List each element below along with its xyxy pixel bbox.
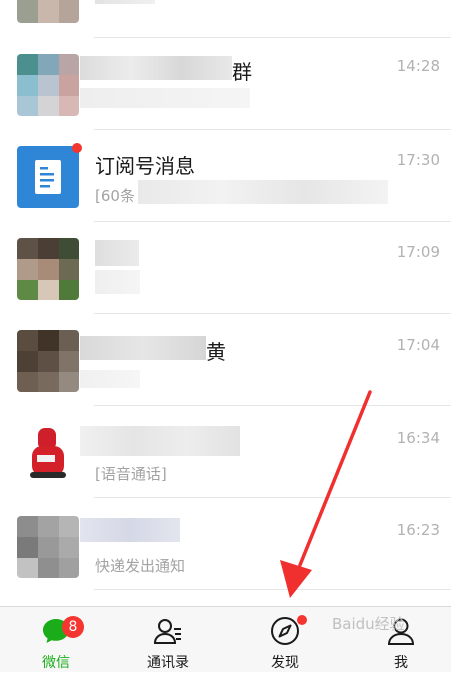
- tab-label: 通讯录: [147, 655, 189, 671]
- tab-label: 我: [394, 655, 408, 671]
- tab-chats[interactable]: 8 微信: [0, 607, 112, 673]
- annotation-arrow-icon: [280, 390, 372, 598]
- unread-badge: 8: [62, 616, 84, 638]
- watermark: Baidu经验: [332, 615, 405, 633]
- chat-list: 群 14:28 订阅号消息 17:30 [60条 17:09 黄 17:04 1…: [0, 0, 451, 606]
- unread-dot: [297, 615, 307, 625]
- tab-contacts[interactable]: 通讯录: [112, 607, 224, 673]
- tab-bar: 8 微信 通讯录 发现 我 Baidu经验: [0, 606, 451, 672]
- tab-label: 微信: [42, 655, 70, 671]
- tab-discover[interactable]: 发现: [229, 607, 341, 673]
- contacts-icon: [153, 619, 181, 644]
- tab-label: 发现: [271, 655, 299, 671]
